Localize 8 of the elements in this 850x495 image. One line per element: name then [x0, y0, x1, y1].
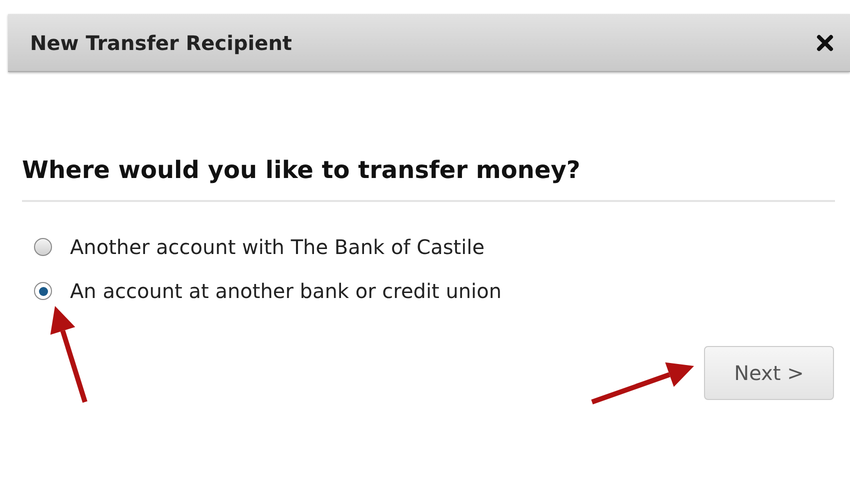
radio-button[interactable]	[34, 282, 52, 300]
dialog-title: New Transfer Recipient	[30, 30, 292, 56]
close-icon[interactable]	[816, 34, 834, 52]
next-button[interactable]: Next >	[704, 346, 834, 400]
option-label: Another account with The Bank of Castile	[70, 234, 485, 261]
radio-button[interactable]	[34, 238, 52, 256]
option-label: An account at another bank or credit union	[70, 278, 502, 305]
question-heading: Where would you like to transfer money?	[22, 152, 835, 202]
